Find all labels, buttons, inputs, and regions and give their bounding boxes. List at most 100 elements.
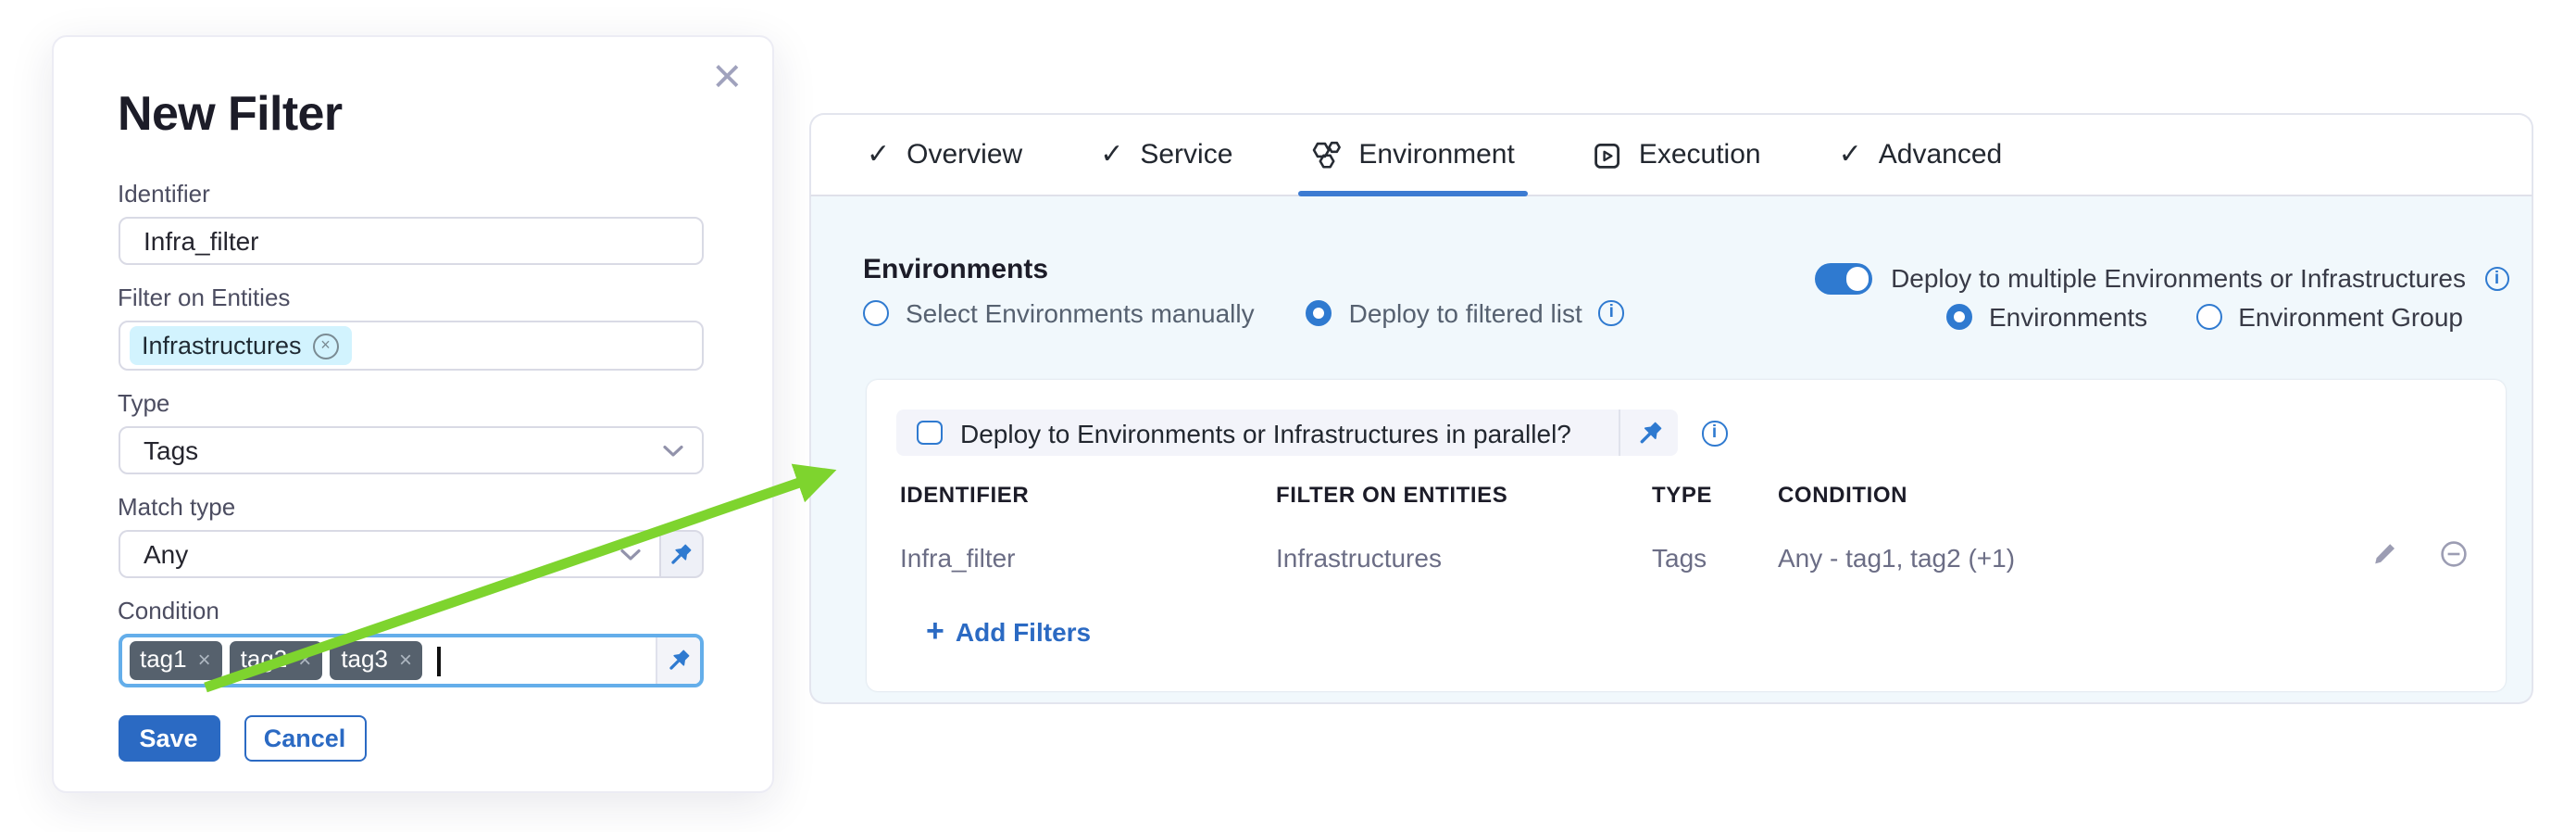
col-header-condition: CONDITION	[1778, 482, 1907, 508]
radio-icon	[2195, 304, 2221, 330]
pin-icon	[666, 649, 690, 673]
pin-button[interactable]	[655, 637, 699, 684]
condition-group: Condition tag1 × tag2 × tag3 ×	[118, 597, 707, 687]
pin-icon	[1636, 420, 1662, 446]
identifier-input[interactable]: Infra_filter	[118, 217, 703, 265]
radio-select-environments-manually[interactable]: Select Environments manually	[863, 298, 1255, 328]
condition-chip: tag3 ×	[330, 642, 423, 680]
parallel-checkbox-label: Deploy to Environments or Infrastructure…	[960, 418, 1571, 448]
modal-title: New Filter	[118, 85, 707, 143]
condition-label: Condition	[118, 597, 707, 624]
tab-label: Execution	[1639, 139, 1761, 170]
info-icon[interactable]: i	[1599, 301, 1624, 326]
condition-chip-label: tag2	[241, 648, 288, 674]
info-icon[interactable]: i	[2484, 266, 2509, 291]
radio-environment-group[interactable]: Environment Group	[2195, 302, 2463, 332]
pin-button[interactable]	[658, 530, 703, 578]
cancel-button[interactable]: Cancel	[244, 715, 366, 761]
condition-chip: tag1 ×	[129, 642, 222, 680]
chevron-down-icon	[619, 548, 640, 561]
check-icon: ✓	[867, 141, 890, 169]
radio-label: Environments	[1989, 302, 2147, 332]
tab-execution[interactable]: Execution	[1554, 115, 1800, 195]
type-label: Type	[118, 389, 707, 417]
tab-label: Overview	[907, 139, 1022, 170]
pin-button[interactable]	[1620, 420, 1678, 446]
parallel-checkbox[interactable]	[917, 421, 942, 446]
condition-chip: tag2 ×	[230, 642, 323, 680]
edit-pencil-icon[interactable]	[2370, 539, 2400, 569]
row-identifier: Infra_filter	[900, 543, 1016, 573]
tab-service[interactable]: ✓ Service	[1061, 115, 1271, 195]
condition-chip-label: tag1	[140, 648, 187, 674]
chip-remove-icon[interactable]: ×	[313, 333, 339, 359]
row-filter-on-entities: Infrastructures	[1276, 543, 1442, 573]
deploy-multiple-toggle[interactable]	[1815, 263, 1872, 294]
entities-chip-label: Infrastructures	[142, 332, 302, 359]
tab-advanced[interactable]: ✓ Advanced	[1800, 115, 2042, 195]
pin-icon	[669, 542, 693, 566]
tab-environment[interactable]: Environment	[1271, 115, 1553, 195]
filter-on-entities-group: Filter on Entities Infrastructures ×	[118, 284, 707, 371]
match-type-label: Match type	[118, 493, 707, 521]
add-filters-button[interactable]: + Add Filters	[926, 615, 1091, 647]
screenshot-root: × New Filter Identifier Infra_filter Fil…	[0, 0, 2576, 832]
filter-on-entities-label: Filter on Entities	[118, 284, 707, 311]
close-icon[interactable]: ×	[712, 52, 742, 102]
remove-minus-icon[interactable]	[2439, 539, 2469, 569]
radio-icon	[863, 300, 889, 326]
radio-deploy-to-filtered-list[interactable]: Deploy to filtered list i	[1307, 298, 1624, 328]
environments-heading: Environments	[863, 254, 1048, 285]
radio-icon	[1307, 300, 1332, 326]
row-type: Tags	[1652, 543, 1707, 573]
chip-remove-icon[interactable]: ×	[198, 649, 211, 672]
environment-tab-body: Environments Select Environments manuall…	[809, 196, 2533, 704]
identifier-group: Identifier Infra_filter	[118, 180, 707, 265]
identifier-value: Infra_filter	[144, 226, 259, 256]
env-type-radio-row: Environments Environment Group	[1946, 302, 2463, 332]
col-header-filter-on-entities: FILTER ON ENTITIES	[1276, 482, 1507, 508]
filter-on-entities-input[interactable]: Infrastructures ×	[118, 321, 703, 371]
identifier-label: Identifier	[118, 180, 707, 208]
tab-overview[interactable]: ✓ Overview	[828, 115, 1061, 195]
condition-chip-label: tag3	[341, 648, 388, 674]
stage-tabbar: ✓ Overview ✓ Service Environment	[809, 113, 2533, 196]
radio-environments[interactable]: Environments	[1946, 302, 2147, 332]
plus-icon: +	[926, 615, 944, 647]
tab-label: Service	[1140, 139, 1232, 170]
condition-input[interactable]: tag1 × tag2 × tag3 ×	[118, 634, 703, 687]
col-header-type: TYPE	[1652, 482, 1712, 508]
chevron-down-icon	[662, 444, 682, 457]
tab-label: Advanced	[1879, 139, 2002, 170]
radio-label: Deploy to filtered list	[1349, 298, 1582, 328]
chip-remove-icon[interactable]: ×	[399, 649, 412, 672]
filters-card: Deploy to Environments or Infrastructure…	[867, 380, 2506, 691]
tab-label: Environment	[1358, 139, 1514, 170]
add-filters-label: Add Filters	[956, 616, 1091, 646]
row-condition: Any - tag1, tag2 (+1)	[1778, 543, 2015, 573]
radio-label: Select Environments manually	[906, 298, 1255, 328]
match-type-value: Any	[144, 539, 188, 569]
type-group: Type Tags	[118, 389, 707, 474]
col-header-identifier: IDENTIFIER	[900, 482, 1029, 508]
info-icon[interactable]: i	[1702, 421, 1727, 446]
save-button[interactable]: Save	[118, 715, 219, 761]
chip-remove-icon[interactable]: ×	[298, 649, 311, 672]
entities-chip: Infrastructures ×	[129, 326, 352, 365]
multi-env-toggle-row: Deploy to multiple Environments or Infra…	[1815, 263, 2509, 294]
check-icon: ✓	[1839, 141, 1862, 169]
parallel-option-bar: Deploy to Environments or Infrastructure…	[896, 410, 1678, 456]
new-filter-modal: × New Filter Identifier Infra_filter Fil…	[51, 35, 773, 792]
match-type-select[interactable]: Any	[118, 530, 658, 578]
radio-icon	[1946, 304, 1972, 330]
toggle-label: Deploy to multiple Environments or Infra…	[1891, 264, 2466, 294]
radio-label: Environment Group	[2238, 302, 2463, 332]
environment-icon	[1310, 139, 1342, 170]
execution-icon	[1593, 140, 1622, 170]
text-cursor	[438, 646, 441, 675]
toggle-knob	[1845, 267, 1869, 290]
type-select[interactable]: Tags	[118, 426, 703, 474]
type-value: Tags	[144, 435, 198, 465]
stage-panel: ✓ Overview ✓ Service Environment	[809, 113, 2533, 704]
match-type-group: Match type Any	[118, 493, 707, 578]
